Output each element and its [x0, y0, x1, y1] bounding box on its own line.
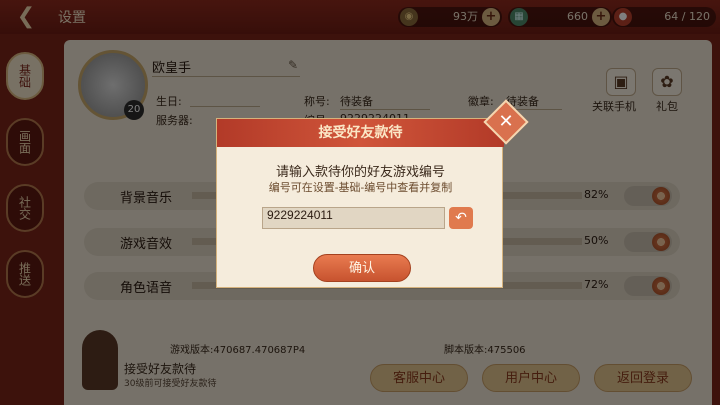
dialog-hint: 编号可在设置-基础-编号中查看并复制	[268, 181, 453, 194]
dialog-title: 接受好友款待	[217, 119, 504, 147]
confirm-button[interactable]: 确认	[313, 254, 411, 282]
undo-icon[interactable]: ↶	[449, 207, 473, 229]
close-x: ✕	[498, 111, 514, 132]
friend-hospitality-dialog: 接受好友款待 请输入款待你的好友游戏编号 编号可在设置-基础-编号中查看并复制 …	[216, 118, 504, 288]
dialog-instruction: 请输入款待你的好友游戏编号	[275, 165, 445, 180]
friend-id-input[interactable]: 9229224011	[262, 207, 445, 229]
